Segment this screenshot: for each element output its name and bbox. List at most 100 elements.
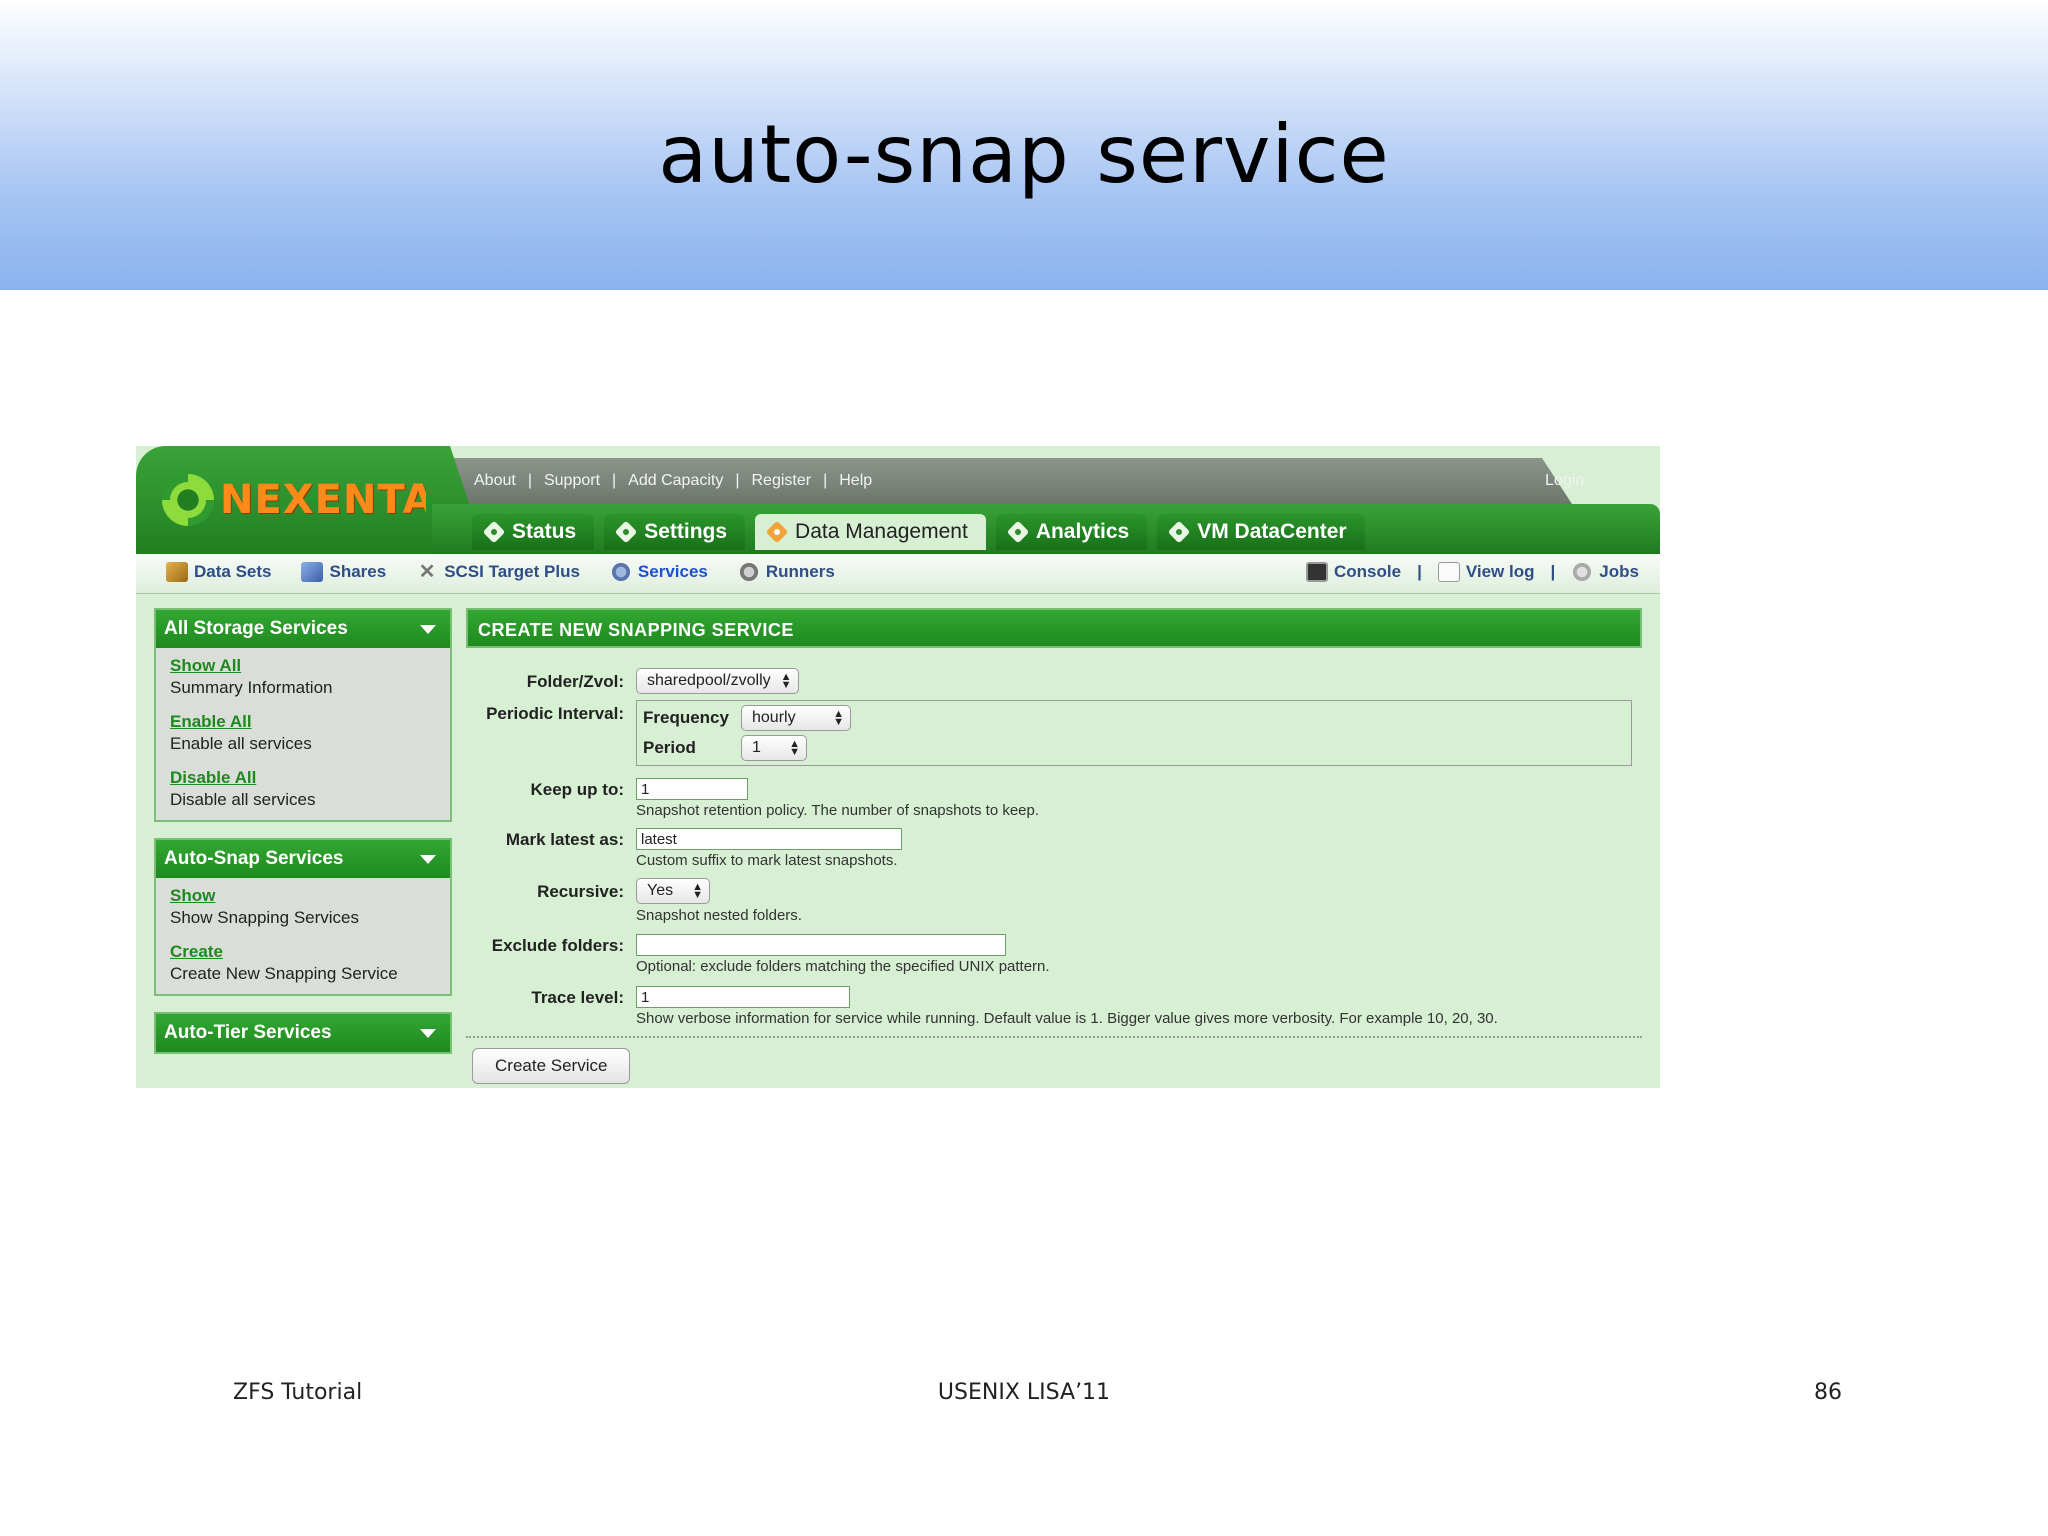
panel-item: Show All Summary Information [170,656,436,698]
frequency-label: Frequency [643,708,729,727]
recursive-label: Recursive: [537,882,624,901]
caret-down-icon[interactable] [420,1028,436,1038]
disable-all-link[interactable]: Disable All [170,768,436,788]
panel-auto-tier-services: Auto-Tier Services [154,1012,452,1054]
top-link-register[interactable]: Register [752,472,812,490]
caret-down-icon[interactable] [420,854,436,864]
folder-select[interactable]: sharedpool/zvolly ▲ ▼ [636,668,799,694]
subnav-label: Services [637,562,708,581]
keep-up-to-label: Keep up to: [530,780,625,799]
show-all-link[interactable]: Show All [170,656,436,676]
tab-label: Status [512,520,577,543]
exclude-folders-hint: Optional: exclude folders matching the s… [636,958,1050,975]
panel-item: Disable All Disable all services [170,768,436,810]
panel-all-storage-services: All Storage Services Show All Summary In… [154,608,452,822]
select-arrows-icon: ▲ ▼ [789,738,800,758]
create-service-form: CREATE NEW SNAPPING SERVICE Folder/Zvol:… [466,608,1642,1088]
panel-item: Show Show Snapping Services [170,886,436,928]
panel-title: All Storage Services [164,618,348,639]
tab-label: Analytics [1035,520,1130,543]
mark-latest-label: Mark latest as: [505,830,624,849]
top-link-add-capacity[interactable]: Add Capacity [628,472,723,490]
show-link[interactable]: Show [170,886,436,906]
create-service-button[interactable]: Create Service [472,1048,631,1084]
periodic-interval-box: Frequency hourly ▲ ▼ Period 1 ▲ ▼ [636,700,1632,766]
recursive-select[interactable]: Yes ▲ ▼ [636,878,710,904]
console-icon [1306,562,1328,582]
tab-diamond-icon [614,520,638,544]
mark-latest-hint: Custom suffix to mark latest snapshots. [636,852,898,869]
main-tabs: Status Settings Data Management Analytic… [472,514,1365,550]
panel-header[interactable]: All Storage Services [156,610,450,648]
subnav-scsi-target-plus[interactable]: ✕ SCSI Target Plus [416,562,580,582]
subnav-label: Console [1334,562,1402,581]
folder-label: Folder/Zvol: [526,672,624,691]
folder-select-value: sharedpool/zvolly [647,672,771,689]
subnav-label: View log [1465,562,1535,581]
subnav-label: Shares [329,562,387,581]
frequency-select[interactable]: hourly ▲ ▼ [741,705,851,731]
nexenta-swirl-icon [162,474,214,526]
subnav-label: Data Sets [194,562,272,581]
recursive-select-value: Yes [647,882,674,899]
top-link-about[interactable]: About [474,472,516,490]
runners-gear-icon [737,562,760,582]
tab-analytics[interactable]: Analytics [995,514,1148,550]
subnav-services[interactable]: Services [609,562,708,582]
subnav-data-sets[interactable]: Data Sets [166,562,271,582]
top-link-help[interactable]: Help [839,472,872,490]
tab-status[interactable]: Status [472,514,595,550]
enable-all-link[interactable]: Enable All [170,712,436,732]
create-link[interactable]: Create [170,942,436,962]
slide-title: auto-snap service [658,108,1390,201]
tab-label: VM DataCenter [1197,520,1347,543]
panel-item-desc: Enable all services [170,734,312,753]
tab-vm-datacenter[interactable]: VM DataCenter [1157,514,1365,550]
exclude-folders-label: Exclude folders: [491,936,624,955]
tab-diamond-icon [482,520,506,544]
panel-title: Auto-Snap Services [164,848,344,869]
panel-title: Auto-Tier Services [164,1022,332,1043]
panel-header[interactable]: Auto-Tier Services [156,1014,450,1052]
subnav-jobs[interactable]: Jobs [1571,562,1639,582]
tab-data-management[interactable]: Data Management [755,514,986,550]
logo-text: NEXENTA [220,477,435,523]
subnav-separator: | [1417,562,1422,581]
select-arrows-icon: ▲ ▼ [833,708,844,728]
tab-diamond-icon [1167,520,1191,544]
caret-down-icon[interactable] [420,624,436,634]
period-select[interactable]: 1 ▲ ▼ [741,735,807,761]
recursive-hint: Snapshot nested folders. [636,907,802,924]
subnav-runners[interactable]: Runners [737,562,835,582]
panel-item-desc: Create New Snapping Service [170,964,398,983]
top-links: About | Support | Add Capacity | Register | … [474,472,873,490]
trace-level-input[interactable] [636,986,850,1008]
form-divider [466,1036,1642,1038]
keep-up-to-input[interactable] [636,778,748,800]
mark-latest-input[interactable] [636,828,902,850]
exclude-folders-input[interactable] [636,934,1006,956]
subnav-view-log[interactable]: View log [1437,562,1535,582]
subnav-separator: | [1550,562,1556,581]
panel-item-desc: Show Snapping Services [170,908,360,927]
nexenta-logo[interactable]: NEXENTA [162,474,435,526]
tab-settings[interactable]: Settings [604,514,746,550]
top-link-support[interactable]: Support [544,472,600,490]
panel-header[interactable]: Auto-Snap Services [156,840,450,878]
frequency-select-value: hourly [752,709,796,726]
nexenta-app-window: About | Support | Add Capacity | Register | … [136,446,1660,1088]
scsi-tools-icon: ✕ [418,561,436,583]
jobs-gear-icon [1571,562,1594,582]
footer-center: USENIX LISA’11 [937,1380,1111,1405]
period-label: Period [643,738,696,757]
shares-icon [301,562,324,582]
tab-diamond-icon [1006,520,1030,544]
login-link[interactable]: Login [1545,472,1584,490]
tab-label: Data Management [795,520,968,543]
subnav-shares[interactable]: Shares [301,562,386,582]
panel-item: Create Create New Snapping Service [170,942,436,984]
subnav-console[interactable]: Console [1306,562,1401,582]
periodic-interval-label: Periodic Interval: [486,704,624,723]
log-icon [1437,562,1460,582]
logo-area: NEXENTA [136,446,446,554]
